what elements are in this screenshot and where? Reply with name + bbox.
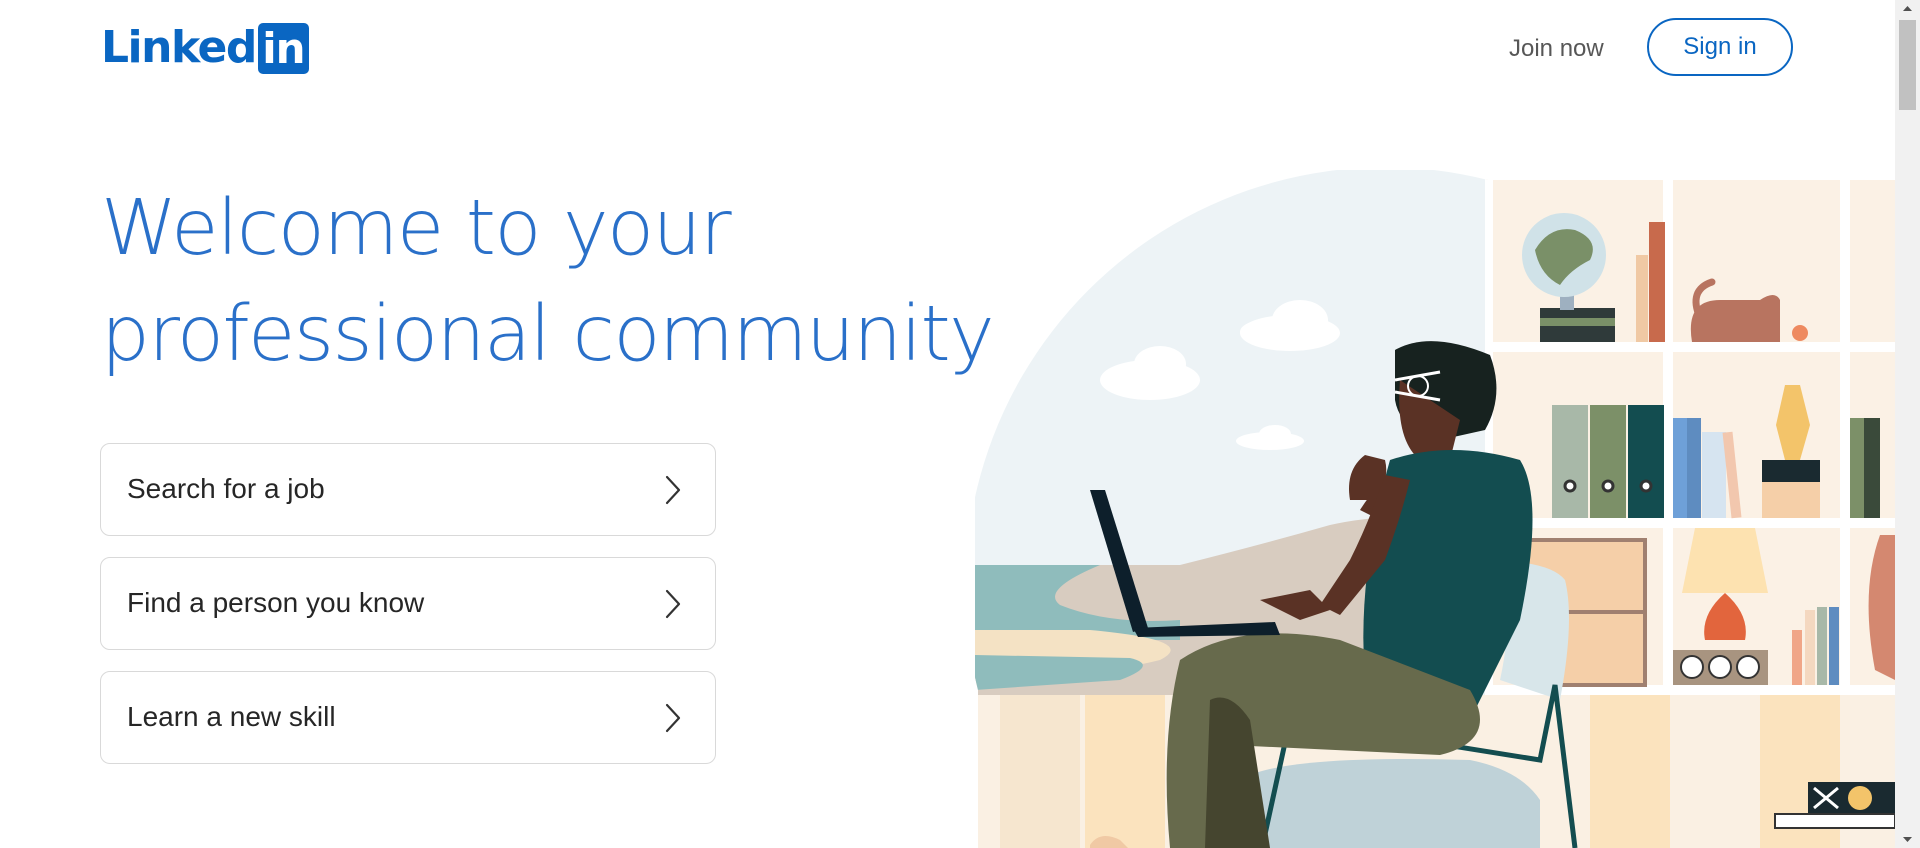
scroll-down-arrow-icon[interactable]: [1895, 831, 1920, 848]
chevron-right-icon: [665, 475, 681, 505]
hero-title-line-1: Welcome to your: [101, 184, 732, 273]
hero-illustration: [975, 170, 1895, 848]
search-job-label: Search for a job: [127, 473, 325, 504]
logo-in-box: in: [257, 22, 309, 74]
find-person-button[interactable]: Find a person you know: [100, 557, 716, 650]
hero-title: Welcome to your professional community: [101, 176, 1001, 388]
find-person-label: Find a person you know: [127, 587, 425, 618]
scroll-up-arrow-icon[interactable]: [1895, 0, 1920, 17]
linkedin-logo[interactable]: Linked in: [101, 22, 309, 74]
learn-skill-label: Learn a new skill: [127, 701, 336, 732]
top-nav: Linked in Join now Sign in: [0, 0, 1895, 98]
chevron-right-icon: [665, 703, 681, 733]
sign-in-button[interactable]: Sign in: [1647, 18, 1793, 76]
scrollbar-thumb[interactable]: [1899, 20, 1916, 110]
page-scrollbar[interactable]: [1895, 0, 1920, 848]
learn-skill-button[interactable]: Learn a new skill: [100, 671, 716, 764]
logo-wordmark: Linked: [101, 22, 257, 73]
join-now-link[interactable]: Join now: [1497, 30, 1616, 68]
chevron-right-icon: [665, 589, 681, 619]
hero-title-line-2: professional community: [101, 290, 995, 379]
search-job-button[interactable]: Search for a job: [100, 443, 716, 536]
